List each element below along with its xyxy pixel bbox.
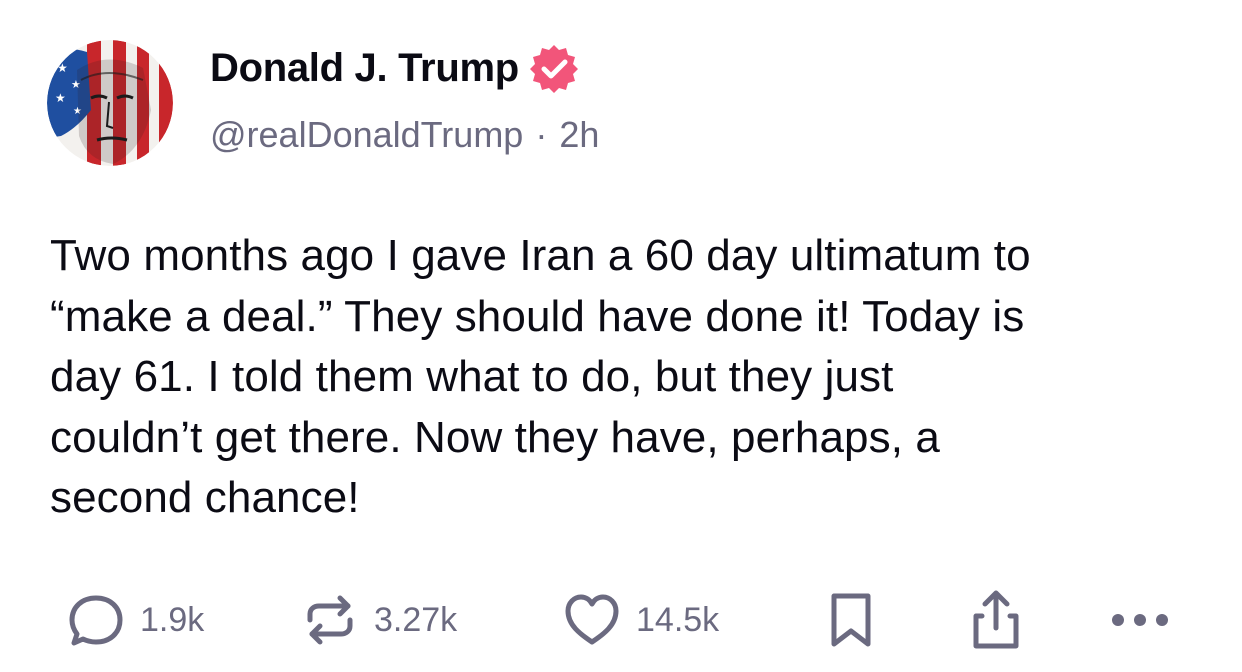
repost-icon xyxy=(300,590,360,650)
avatar-image: ★ ★ ★ ★ xyxy=(47,40,173,166)
share-button[interactable] xyxy=(966,588,1026,652)
reply-button[interactable]: 1.9k xyxy=(66,588,204,652)
heart-icon xyxy=(562,590,622,650)
post-text-line: couldn’t get there. Now they have, perha… xyxy=(50,412,940,462)
author-handle[interactable]: @realDonaldTrump xyxy=(210,114,523,156)
verified-badge-icon xyxy=(529,43,579,93)
svg-text:★: ★ xyxy=(57,61,68,75)
handle-separator: · xyxy=(535,114,548,155)
bookmark-button[interactable] xyxy=(826,588,876,652)
reply-count: 1.9k xyxy=(140,600,205,639)
author-handle-row: @realDonaldTrump · 2h xyxy=(210,114,599,156)
action-bar: 1.9k 3.27k 14.5k xyxy=(0,588,1242,652)
post-text-line: “make a deal.” They should have done it!… xyxy=(50,291,1025,341)
post-text-line: second chance! xyxy=(50,473,360,522)
reply-icon xyxy=(66,590,126,650)
post-text-line: day 61. I told them what to do, but they… xyxy=(50,352,894,401)
more-options-button[interactable] xyxy=(1108,588,1172,652)
author-display-name[interactable]: Donald J. Trump xyxy=(210,46,519,91)
post-text: Two months ago I gave Iran a 60 day ulti… xyxy=(50,226,1210,529)
post-card: ★ ★ ★ ★ Donald J. Trump @realDonaldTrump… xyxy=(0,0,1242,672)
share-icon xyxy=(966,588,1026,652)
like-count: 14.5k xyxy=(636,600,720,639)
post-text-line: Two months ago I gave Iran a 60 day ulti… xyxy=(50,231,1031,280)
more-icon xyxy=(1108,610,1172,630)
like-button[interactable]: 14.5k xyxy=(562,588,719,652)
repost-button[interactable]: 3.27k xyxy=(300,588,457,652)
author-block: Donald J. Trump @realDonaldTrump · 2h xyxy=(210,40,599,156)
avatar[interactable]: ★ ★ ★ ★ xyxy=(47,40,173,166)
svg-text:★: ★ xyxy=(55,91,66,105)
author-name-row: Donald J. Trump xyxy=(210,40,599,96)
repost-count: 3.27k xyxy=(374,600,458,639)
bookmark-icon xyxy=(826,590,876,650)
post-timestamp[interactable]: 2h xyxy=(559,114,599,156)
